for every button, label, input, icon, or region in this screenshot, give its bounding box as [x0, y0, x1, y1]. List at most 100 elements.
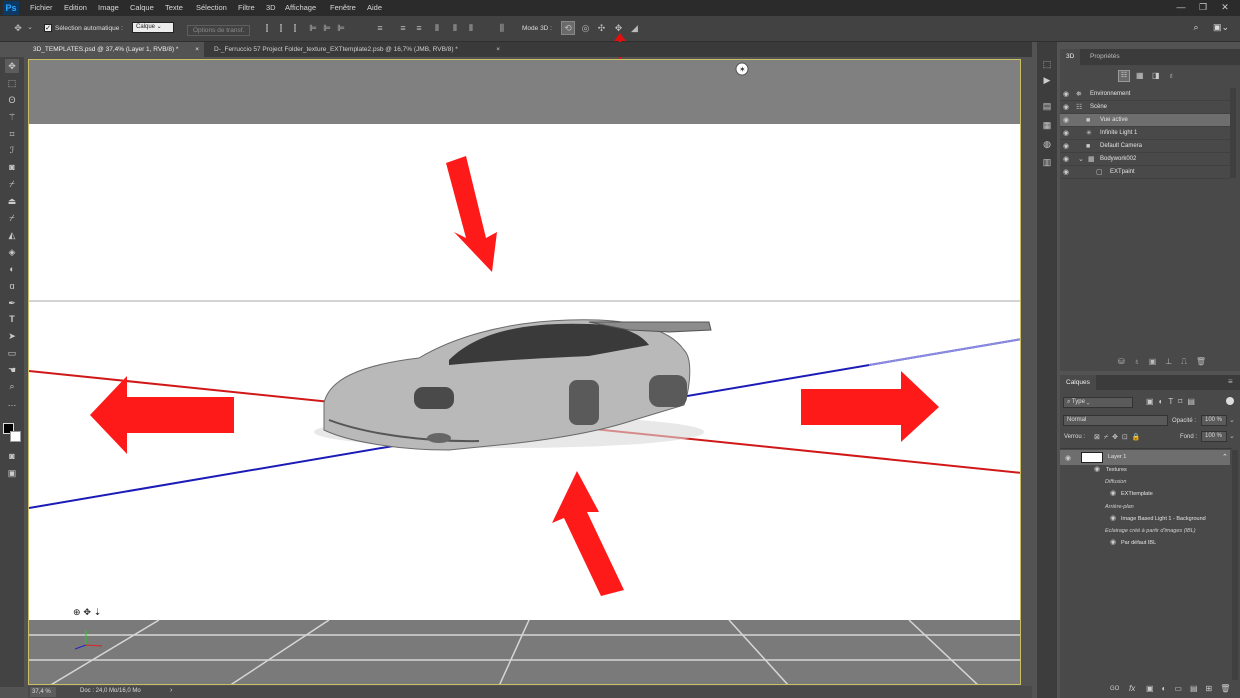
- menu-fichier[interactable]: Fichier: [30, 3, 53, 12]
- library-icon[interactable]: ▥: [1041, 156, 1053, 168]
- chevron-down-icon[interactable]: ⌄: [1229, 416, 1235, 424]
- panel3d-row-bodywork[interactable]: ◉ ⌄ ▦ Bodywork002: [1060, 153, 1230, 166]
- menu-fenetre[interactable]: Fenêtre: [330, 3, 356, 12]
- hand-tool-icon[interactable]: ☚: [5, 363, 19, 377]
- menu-calque[interactable]: Calque: [130, 3, 154, 12]
- brush-tool-icon[interactable]: ⌿: [5, 177, 19, 191]
- auto-align-icon[interactable]: ⫼: [497, 23, 507, 33]
- tab-ferruccio[interactable]: D-_Ferruccio 57 Project Folder_texture_E…: [209, 42, 505, 57]
- chevron-down-icon[interactable]: ⌄: [1078, 153, 1084, 166]
- menu-filtre[interactable]: Filtre: [238, 3, 255, 12]
- chevron-up-icon[interactable]: ⌃: [1222, 450, 1228, 465]
- fill-input[interactable]: 100 %: [1201, 431, 1227, 442]
- menu-affichage[interactable]: Affichage: [285, 3, 316, 12]
- visibility-icon[interactable]: ◉: [1110, 513, 1116, 525]
- panel3d-row-environment[interactable]: ◉ ⛯ Environnement: [1060, 88, 1230, 101]
- crop-tool-icon[interactable]: ⌗: [5, 127, 19, 141]
- visibility-icon[interactable]: ◉: [1063, 127, 1073, 140]
- distribute-left-icon[interactable]: ⦀: [432, 23, 442, 33]
- layer-row-ibl-background[interactable]: ◉ Image Based Light 1 - Background: [1060, 513, 1230, 526]
- visibility-icon[interactable]: ◉: [1063, 114, 1073, 127]
- panel-menu-icon[interactable]: ≡: [1228, 377, 1233, 386]
- align-middle-icon[interactable]: ⫿: [276, 23, 286, 33]
- visibility-icon[interactable]: ◉: [1063, 140, 1073, 153]
- align-right-icon[interactable]: ⊫: [336, 23, 346, 33]
- visibility-icon[interactable]: ◉: [1094, 464, 1100, 476]
- align-left-icon[interactable]: ⊫: [308, 23, 318, 33]
- workspace-switcher-icon[interactable]: ▣⌄: [1212, 22, 1230, 32]
- type-tool-icon[interactable]: T: [5, 312, 19, 326]
- material-filter-icon[interactable]: ◨: [1152, 71, 1160, 80]
- magic-wand-icon[interactable]: ⚚: [5, 110, 19, 124]
- zoom-tool-icon[interactable]: ⌕: [5, 379, 19, 393]
- canvas-area[interactable]: ✶ ⊕ ✥ ⇣: [28, 59, 1021, 685]
- marquee-tool-icon[interactable]: ⬚: [5, 76, 19, 90]
- panel3d-row-default-camera[interactable]: ◉ ■ Default Camera: [1060, 140, 1230, 153]
- distribute-center-icon[interactable]: ⦀: [450, 23, 460, 33]
- visibility-icon[interactable]: ◉: [1110, 537, 1116, 549]
- mesh-filter-icon[interactable]: ▦: [1136, 71, 1144, 80]
- menu-aide[interactable]: Aide: [367, 3, 382, 12]
- menu-selection[interactable]: Sélection: [196, 3, 227, 12]
- play-icon[interactable]: ▶: [1041, 74, 1053, 86]
- dodge-tool-icon[interactable]: ɑ: [5, 279, 19, 293]
- layer-row-layer1[interactable]: ◉ Layer 1 ⌃: [1060, 450, 1230, 465]
- align-top-icon[interactable]: ⫿: [262, 23, 272, 33]
- light-filter-icon[interactable]: ♁: [1168, 71, 1174, 80]
- 3d-viewport[interactable]: ✶ ⊕ ✥ ⇣: [29, 60, 1021, 685]
- search-icon[interactable]: ⌕: [1190, 22, 1202, 32]
- distribute-top-icon[interactable]: ≡: [375, 23, 385, 33]
- chevron-down-icon[interactable]: ⌄: [1229, 432, 1235, 440]
- menu-edition[interactable]: Edition: [64, 3, 87, 12]
- panel3d-row-active-view[interactable]: ◉ ■ Vue active: [1060, 114, 1230, 127]
- panel3d-row-extpaint[interactable]: ◉ ▢ EXTpaint: [1060, 166, 1230, 179]
- pen-tool-icon[interactable]: ✒: [5, 296, 19, 310]
- screen-mode-icon[interactable]: ▣: [5, 466, 19, 480]
- distribute-right-icon[interactable]: ⦀: [466, 23, 476, 33]
- transform-options-button[interactable]: Options de transf.: [187, 25, 251, 36]
- properties-icon[interactable]: ▦: [1041, 119, 1053, 131]
- status-arrow-icon[interactable]: ›: [170, 687, 172, 694]
- close-window-button[interactable]: ✕: [1214, 1, 1236, 14]
- rectangle-tool-icon[interactable]: ▭: [5, 346, 19, 360]
- more-tools-icon[interactable]: …: [5, 396, 19, 410]
- blur-tool-icon[interactable]: ◐: [5, 262, 19, 276]
- link-layers-icon[interactable]: GO: [1110, 686, 1119, 692]
- blend-mode-dropdown[interactable]: Normal: [1063, 415, 1168, 426]
- restore-button[interactable]: ❐: [1192, 1, 1214, 14]
- distribute-middle-icon[interactable]: ≡: [398, 23, 408, 33]
- lasso-tool-icon[interactable]: ʘ: [5, 93, 19, 107]
- paint-bucket-icon[interactable]: ◈: [5, 245, 19, 259]
- menu-texte[interactable]: Texte: [165, 3, 183, 12]
- auto-select-dropdown[interactable]: Calque ⌄: [132, 22, 174, 33]
- close-icon[interactable]: ×: [496, 42, 500, 57]
- minimize-button[interactable]: —: [1170, 1, 1192, 14]
- path-selection-icon[interactable]: ➤: [5, 329, 19, 343]
- fx-icon[interactable]: fx: [1129, 684, 1135, 693]
- eyedropper-icon[interactable]: ℐ: [5, 143, 19, 157]
- menu-3d[interactable]: 3D: [266, 3, 276, 12]
- align-bottom-icon[interactable]: ⫿: [290, 23, 300, 33]
- layer-row-default-ibl[interactable]: ◉ Par défaut IBL: [1060, 537, 1230, 550]
- pan-3d-icon[interactable]: ✣: [596, 23, 607, 33]
- panel3d-row-infinite-light[interactable]: ◉ ✳ Infinite Light 1: [1060, 127, 1230, 140]
- quick-mask-icon[interactable]: ◙: [5, 449, 19, 463]
- visibility-icon[interactable]: ◉: [1063, 88, 1073, 101]
- orbit-3d-icon[interactable]: ⟲: [561, 21, 575, 35]
- materials-icon[interactable]: ◍: [1041, 138, 1053, 150]
- visibility-icon[interactable]: ◉: [1063, 101, 1073, 114]
- layer-footer-icons[interactable]: ▣◐▭▤⊞🗑: [1146, 684, 1238, 693]
- lock-icons[interactable]: ⊠⌿✥⊡🔒: [1094, 433, 1145, 442]
- layer-filter-icons[interactable]: ▣◐T⌑▤: [1146, 397, 1200, 406]
- visibility-icon[interactable]: ◉: [1063, 166, 1073, 179]
- filter-toggle[interactable]: [1226, 397, 1234, 405]
- roll-3d-icon[interactable]: ◎: [580, 23, 591, 33]
- layer-filter-dropdown[interactable]: ⌕ Type ⌄: [1063, 397, 1133, 408]
- menu-image[interactable]: Image: [98, 3, 119, 12]
- tab-3d[interactable]: 3D: [1060, 49, 1081, 65]
- tab-calques[interactable]: Calques: [1060, 375, 1096, 390]
- 3d-panel-icon[interactable]: ⬚: [1041, 58, 1053, 70]
- visibility-icon[interactable]: ◉: [1110, 488, 1116, 500]
- tab-3d-templates[interactable]: 3D_TEMPLATES.psd @ 37,4% (Layer 1, RVB/8…: [28, 42, 204, 57]
- tab-proprietes[interactable]: Propriétés: [1084, 49, 1126, 65]
